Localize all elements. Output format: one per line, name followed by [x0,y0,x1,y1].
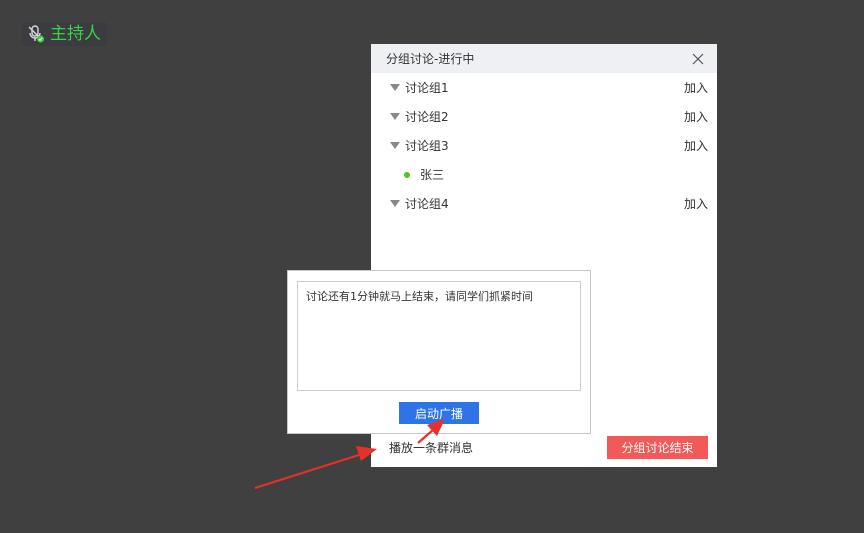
group-name: 讨论组3 [405,139,449,153]
group-list: 讨论组1 加入 讨论组2 加入 讨论组3 加入 张三 讨论组4 加入 [371,73,717,218]
expand-triangle-icon[interactable] [390,84,400,91]
join-group-2-link[interactable]: 加入 [684,108,708,125]
broadcast-popover: 讨论还有1分钟就马上结束，请同学们抓紧时间 启动广播 [287,270,591,434]
group-row-4[interactable]: 讨论组4 加入 [371,189,717,218]
expand-triangle-icon[interactable] [390,113,400,120]
group-name: 讨论组1 [405,81,449,95]
join-group-4-link[interactable]: 加入 [684,195,708,212]
host-badge: 主持人 [22,22,107,46]
group-name: 讨论组4 [405,197,449,211]
expand-triangle-icon[interactable] [390,200,400,207]
member-row: 张三 [371,160,717,189]
panel-title: 分组讨论-进行中 [386,52,475,66]
broadcast-message-link[interactable]: 播放一条群消息 [389,439,473,456]
mic-icon[interactable] [26,24,46,44]
arrow-to-broadcast-link [254,446,377,490]
group-name: 讨论组2 [405,110,449,124]
group-row-2[interactable]: 讨论组2 加入 [371,102,717,131]
broadcast-message-input[interactable]: 讨论还有1分钟就马上结束，请同学们抓紧时间 [297,281,581,391]
group-row-1[interactable]: 讨论组1 加入 [371,73,717,102]
panel-header: 分组讨论-进行中 [371,44,717,73]
online-dot-icon [404,171,410,178]
group-row-3[interactable]: 讨论组3 加入 [371,131,717,160]
host-label: 主持人 [50,24,101,44]
end-discussion-button[interactable]: 分组讨论结束 [607,435,708,459]
expand-triangle-icon[interactable] [390,142,400,149]
member-name: 张三 [420,168,445,182]
close-icon[interactable] [692,53,704,65]
start-broadcast-button[interactable]: 启动广播 [399,402,479,424]
join-group-3-link[interactable]: 加入 [684,137,708,154]
join-group-1-link[interactable]: 加入 [684,79,708,96]
screen: 主持人 分组讨论-进行中 讨论组1 加入 讨论组2 加入 讨论组3 加入 张三 … [0,0,864,533]
